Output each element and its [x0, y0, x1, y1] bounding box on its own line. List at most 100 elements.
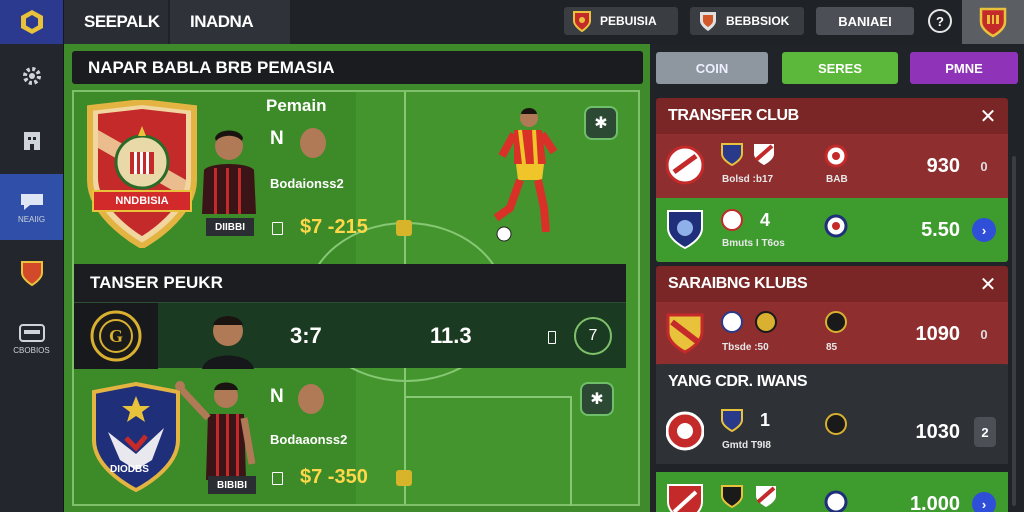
top-button-three[interactable]: BANIAEI [816, 7, 914, 35]
club-crest-icon [756, 486, 776, 507]
club-crest-icon [825, 311, 847, 333]
profile-crest[interactable] [962, 0, 1024, 44]
crest-banner: NNDBISIA [92, 190, 192, 212]
club-crest-icon [721, 485, 743, 508]
player-portrait-icon [202, 130, 256, 214]
shield-crest-icon [700, 12, 716, 31]
building-icon [23, 132, 40, 150]
shirt-icon[interactable]: ✱ [584, 106, 618, 140]
row-value: 1090 [915, 322, 961, 345]
strip-badge: G [74, 303, 158, 369]
club-crest-icon [721, 409, 743, 432]
crest-banner: DIODBS [110, 464, 149, 475]
select-checkbox[interactable] [272, 222, 283, 235]
sidebar-item-messages[interactable]: NEAIIG [0, 174, 63, 240]
player-portrait-icon [202, 316, 254, 369]
help-icon[interactable]: ? [928, 9, 952, 33]
club-row[interactable]: 1 Gmtd T9I8 1030 2 [656, 400, 1008, 464]
panel-title: YANG CDR. IWANS [668, 373, 808, 390]
row-big-number: 4 [760, 210, 771, 230]
mini-portrait [298, 384, 324, 414]
gear-icon [22, 67, 41, 85]
club-crest-icon [667, 484, 703, 512]
app-logo[interactable] [0, 0, 63, 44]
row-go-button[interactable]: › [972, 218, 996, 242]
club-crest-icon [721, 209, 743, 231]
club-crest-icon [667, 210, 703, 250]
sidebar-item-team[interactable] [0, 240, 63, 306]
series-button[interactable]: SERES [782, 52, 898, 84]
sidebar: NEAIIG CBOBIOS [0, 0, 64, 512]
top-button-two-label: BEBBSIOK [726, 14, 790, 28]
tab-secondary[interactable]: INADNA [170, 0, 290, 44]
player-card-top[interactable]: NNDBISIA DIIBBI Pemain N Bodaionss2 $7 -… [74, 92, 412, 264]
player-figure [493, 108, 558, 242]
player-name: Bodaionss2 [270, 176, 344, 191]
row-subtext-2: BAB [826, 174, 848, 185]
club-crest-icon [825, 413, 847, 435]
row-value: 1030 [915, 420, 961, 443]
transfer-main-area: NAPAR BABLA BRB PEMASIA NNDBISIA DIIBBI … [64, 44, 650, 512]
close-icon[interactable]: ✕ [980, 272, 997, 297]
row-subtext: Gmtd T9I8 [722, 440, 771, 451]
saraibng-klubs-panel: SARAIBNG KLUBS ✕ Tbsde :50 85 1090 0 [656, 266, 1008, 366]
panel-title: SARAIBNG KLUBS [668, 275, 808, 292]
row-count: 2 [974, 417, 996, 447]
top-button-one[interactable]: PEBUISIA [564, 7, 678, 35]
club-row[interactable]: Bolsd :b17 BAB 930 0 [656, 134, 1008, 198]
club-crest-icon [824, 144, 848, 168]
card-icon [18, 323, 45, 342]
panel-header: YANG CDR. IWANS [656, 364, 1008, 400]
svg-text:G: G [109, 326, 123, 346]
row-count: 0 [980, 158, 988, 174]
sidebar-item-cards[interactable]: CBOBIOS [0, 306, 63, 372]
mini-portrait [300, 128, 326, 158]
top-button-two[interactable]: BEBBSIOK [690, 7, 804, 35]
club-crest-icon [824, 490, 848, 512]
shirt-icon[interactable]: ✱ [580, 382, 614, 416]
sidebar-item-settings[interactable] [0, 44, 63, 108]
row-big-number: 1 [760, 410, 771, 430]
club-crest-icon [721, 311, 743, 333]
row-value: 1.000 [909, 492, 960, 512]
club-row[interactable]: 1.000 › [656, 472, 1008, 512]
row-subtext: Tbsde :50 [722, 342, 769, 353]
club-crest-icon [666, 411, 704, 451]
close-icon[interactable]: ✕ [980, 104, 997, 129]
hex-logo-icon [20, 10, 43, 34]
score-a: 3:7 [290, 323, 322, 348]
club-list-panel: COIN SERES PMNE TRANSFER CLUB ✕ Bolsd :b… [650, 44, 1024, 512]
row-gap [656, 464, 1008, 472]
scrollbar[interactable] [1012, 156, 1016, 506]
prime-button[interactable]: PMNE [910, 52, 1018, 84]
club-row[interactable]: 4 Bmuts I T6os 5.50 › [656, 198, 1008, 262]
select-checkbox[interactable] [548, 331, 556, 344]
sidebar-item-club[interactable] [0, 108, 63, 174]
club-crest-icon [755, 311, 777, 333]
player-card-bottom[interactable]: DIODBS BIBIBI N Bodaaonss2 $7 -350 [74, 370, 412, 504]
row-subtext-2: 85 [826, 342, 838, 353]
row-value: 930 [926, 154, 960, 177]
panel-title: TRANSFER CLUB [668, 107, 799, 124]
club-crest-icon [666, 145, 704, 185]
tab-primary[interactable]: SEEPALK [64, 0, 168, 44]
row-subtext: Bolsd :b17 [722, 174, 774, 185]
club-crest-icon [824, 214, 848, 238]
gold-badge-icon: G [90, 310, 142, 362]
row-value: 5.50 [921, 218, 960, 241]
card-heading: Pemain [266, 96, 327, 115]
match-strip[interactable]: G 3:7 11.3 7 [74, 302, 626, 369]
strip-action-button[interactable]: 7 [574, 317, 612, 355]
panel-header: SARAIBNG KLUBS ✕ [656, 266, 1008, 302]
shield-icon [20, 261, 43, 287]
transfer-club-panel: TRANSFER CLUB ✕ Bolsd :b17 BAB 930 0 4 B… [656, 98, 1008, 262]
coin-icon [396, 470, 412, 486]
club-row[interactable]: Tbsde :50 85 1090 0 [656, 302, 1008, 366]
game-screen: NEAIIG CBOBIOS SEEPALK INADNA PEBUISIA B… [0, 0, 1024, 512]
select-checkbox[interactable] [272, 472, 283, 485]
coin-icon [396, 220, 412, 236]
club-crest-icon [666, 313, 704, 354]
row-go-button[interactable]: › [972, 492, 996, 512]
player-photo [196, 124, 262, 214]
coin-button[interactable]: COIN [656, 52, 768, 84]
